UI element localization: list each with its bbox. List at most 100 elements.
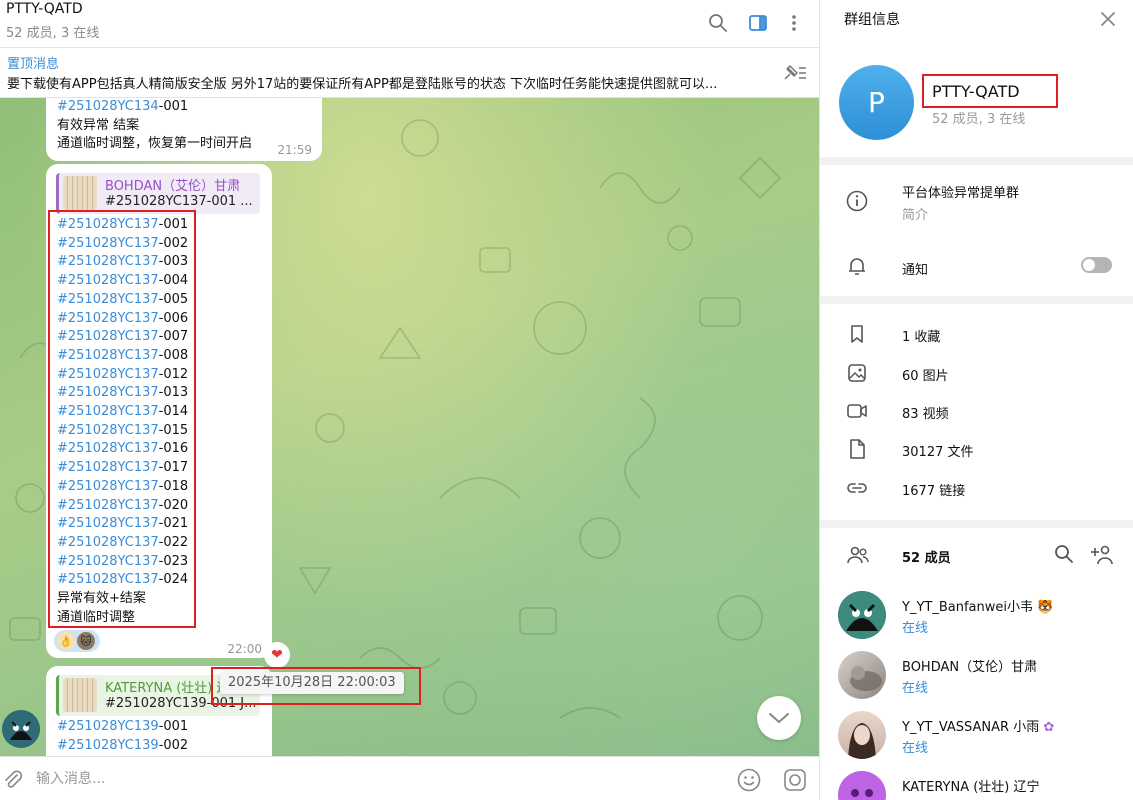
message-line: #251028YC137-020 <box>57 497 188 516</box>
members-header: 52 成员 <box>820 538 1133 572</box>
message-bubble[interactable]: BOHDAN（艾伦）甘肃 #251028YC137-001 ... #25102… <box>46 164 272 658</box>
reply-sender: KATERYNA (壮壮) 辽 <box>105 681 230 696</box>
hashtag-link[interactable]: #251028YC137 <box>57 311 159 326</box>
chat-title[interactable]: PTTY-QATD <box>6 1 83 17</box>
group-name: PTTY-QATD <box>932 82 1020 101</box>
camera-icon[interactable] <box>782 767 808 793</box>
message-line-text: -012 <box>158 366 189 382</box>
hashtag-link[interactable]: #251028YC137 <box>57 292 159 307</box>
message-line: #251028YC137-021 <box>57 515 188 534</box>
pin-list-icon[interactable] <box>781 62 807 84</box>
media-label: 60 图片 <box>902 369 949 384</box>
hashtag-link[interactable]: #251028YC137 <box>57 404 159 419</box>
hashtag-link[interactable]: #251028YC139 <box>57 719 159 734</box>
message-text: #251028YC139-001 #251028YC139-002 <box>57 718 188 755</box>
message-line: #251028YC137-001 <box>57 216 188 235</box>
message-line: #251028YC137-013 <box>57 384 188 403</box>
hashtag-link[interactable]: #251028YC137 <box>57 535 159 550</box>
member-name: KATERYNA (壮壮) 辽宁 <box>902 780 1040 795</box>
close-icon[interactable] <box>1097 8 1119 30</box>
media-row-images[interactable]: 60 图片 <box>820 361 1133 387</box>
notifications-toggle[interactable] <box>1081 257 1112 273</box>
group-avatar[interactable]: P <box>839 65 914 140</box>
scroll-down-button[interactable] <box>757 696 801 740</box>
group-member-count: 52 成员, 3 在线 <box>932 112 1026 127</box>
more-options-icon[interactable] <box>781 10 807 36</box>
hashtag-link[interactable]: #251028YC137 <box>57 423 159 438</box>
hashtag-link[interactable]: #251028YC137 <box>57 329 159 344</box>
member-item[interactable]: Y_YT_VASSANAR 小雨 ✿ 在线 <box>820 711 1133 769</box>
reaction-avatar[interactable]: 🐱 <box>77 632 95 650</box>
member-avatar <box>838 591 886 639</box>
message-line-text: -024 <box>158 572 189 588</box>
description-label: 简介 <box>902 208 929 223</box>
hashtag-link[interactable]: #251028YC137 <box>57 554 159 569</box>
member-name-text: Y_YT_VASSANAR 小雨 <box>902 720 1040 735</box>
message-line: 异常有效+结案 <box>57 590 188 609</box>
media-row-links[interactable]: 1677 链接 <box>820 476 1133 502</box>
pinned-title: 置顶消息 <box>7 57 60 72</box>
image-icon <box>846 362 868 384</box>
message-line-text: -020 <box>158 497 189 513</box>
pinned-message-bar[interactable]: 置顶消息 要下载使有APP包括真人精简版安全版 另外17站的要保证所有APP都是… <box>0 48 819 98</box>
message-time: 22:00 <box>227 642 262 656</box>
hashtag-link[interactable]: #251028YC137 <box>57 217 159 232</box>
message-bubble[interactable]: #251028YC134-001 有效异常 结案 通道临时调整，恢复第一时间开启… <box>46 98 322 161</box>
panel-title: 群组信息 <box>844 12 900 28</box>
add-member-icon[interactable] <box>1088 543 1114 567</box>
hashtag-link[interactable]: #251028YC137 <box>57 254 159 269</box>
reply-preview[interactable]: BOHDAN（艾伦）甘肃 #251028YC137-001 ... <box>56 173 260 214</box>
message-line: #251028YC137-003 <box>57 253 188 272</box>
hashtag-link[interactable]: #251028YC137 <box>57 367 159 382</box>
reaction-emoji[interactable]: 👌 <box>57 632 75 650</box>
hashtag-link[interactable]: #251028YC137 <box>57 236 159 251</box>
paperclip-icon[interactable] <box>2 769 24 791</box>
hashtag-link[interactable]: #251028YC134 <box>57 99 159 114</box>
message-time: 21:59 <box>277 143 312 157</box>
reply-text: #251028YC139-001 J... <box>105 696 257 711</box>
hashtag-link[interactable]: #251028YC139 <box>57 738 159 753</box>
hashtag-link[interactable]: #251028YC137 <box>57 273 159 288</box>
member-status: 在线 <box>902 741 929 756</box>
description-row[interactable]: 平台体验异常提单群 简介 <box>820 172 1133 232</box>
chat-header: PTTY-QATD 52 成员, 3 在线 <box>0 0 819 48</box>
media-row-bookmarks[interactable]: 1 收藏 <box>820 322 1133 348</box>
member-item[interactable]: KATERYNA (壮壮) 辽宁 <box>820 771 1133 800</box>
section-divider <box>820 157 1133 165</box>
message-line-text: -005 <box>158 291 189 307</box>
message-text: #251028YC134-001 有效异常 结案 通道临时调整，恢复第一时间开启 <box>57 98 252 154</box>
media-row-files[interactable]: 30127 文件 <box>820 437 1133 463</box>
heart-reaction-button[interactable]: ❤ <box>264 642 290 668</box>
hashtag-link[interactable]: #251028YC137 <box>57 479 159 494</box>
hashtag-link[interactable]: #251028YC137 <box>57 498 159 513</box>
message-line: #251028YC137-015 <box>57 422 188 441</box>
verified-badge-icon: ✿ <box>1043 720 1055 735</box>
message-area[interactable]: #251028YC134-001 有效异常 结案 通道临时调整，恢复第一时间开启… <box>0 98 819 756</box>
message-line-text: -013 <box>158 385 189 401</box>
search-icon[interactable] <box>705 10 731 36</box>
message-line: #251028YC137-016 <box>57 440 188 459</box>
hashtag-link[interactable]: #251028YC137 <box>57 441 159 456</box>
hashtag-link[interactable]: #251028YC137 <box>57 385 159 400</box>
sender-avatar[interactable] <box>2 710 40 748</box>
message-line: 有效异常 结案 <box>57 117 252 136</box>
search-icon[interactable] <box>1054 544 1076 566</box>
message-line-text: -001 <box>158 99 189 114</box>
sidebar-toggle-icon[interactable] <box>745 10 771 36</box>
emoji-icon[interactable] <box>736 767 762 793</box>
media-row-videos[interactable]: 83 视频 <box>820 399 1133 425</box>
message-line: #251028YC137-006 <box>57 310 188 329</box>
message-line-text: -016 <box>158 441 189 457</box>
message-composer <box>0 756 819 800</box>
message-line: 通道临时调整，恢复第一时间开启 <box>57 135 252 154</box>
reactions[interactable]: 👌 🐱 <box>54 630 100 652</box>
member-item[interactable]: BOHDAN（艾伦）甘肃 在线 <box>820 651 1133 709</box>
hashtag-link[interactable]: #251028YC137 <box>57 348 159 363</box>
hashtag-link[interactable]: #251028YC137 <box>57 460 159 475</box>
message-input[interactable] <box>36 767 716 791</box>
hashtag-link[interactable]: #251028YC137 <box>57 516 159 531</box>
hashtag-link[interactable]: #251028YC137 <box>57 572 159 587</box>
media-label: 30127 文件 <box>902 445 974 460</box>
member-item[interactable]: Y_YT_Banfanwei小韦 🐯 在线 <box>820 591 1133 649</box>
info-icon <box>846 190 868 212</box>
